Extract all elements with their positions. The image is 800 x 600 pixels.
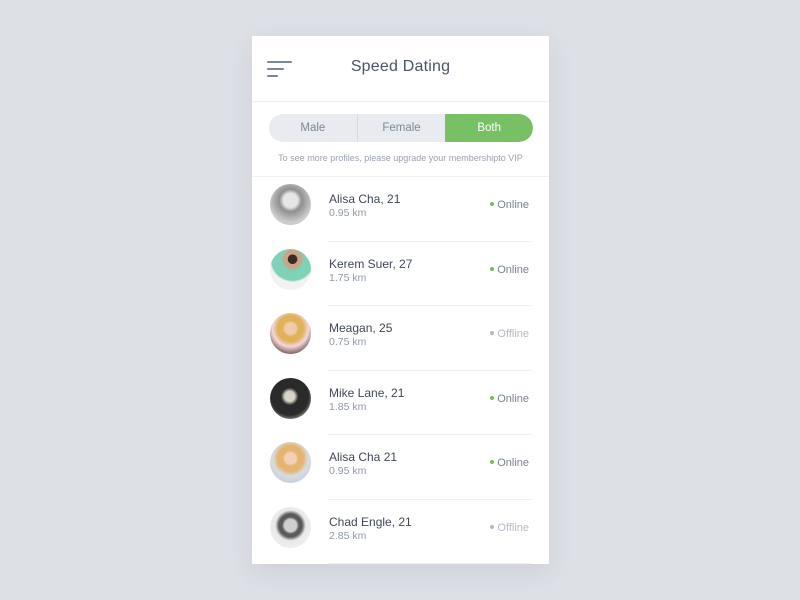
profile-distance: 2.85 km xyxy=(329,529,367,542)
profile-name: Mike Lane, 21 xyxy=(329,385,405,400)
profile-item[interactable]: Meagan, 25 0.75 km Offline xyxy=(252,306,549,371)
profile-name: Chad Engle, 21 xyxy=(329,514,412,529)
profile-name: Kerem Suer, 27 xyxy=(329,256,413,271)
profile-distance: 0.95 km xyxy=(329,465,367,477)
status-dot-icon xyxy=(490,460,495,465)
divider xyxy=(328,563,532,564)
avatar xyxy=(270,248,311,290)
status-badge: Online xyxy=(490,264,529,276)
page-title: Speed Dating xyxy=(350,58,451,75)
filter-male-button[interactable]: Male xyxy=(269,114,357,142)
profile-item[interactable]: Alisa Cha 21 0.95 km Online xyxy=(252,435,549,500)
status-badge: Online xyxy=(490,199,529,211)
profile-item[interactable]: Mike Lane, 21 1.85 km Online xyxy=(252,371,549,435)
status-dot-icon xyxy=(490,524,495,529)
profile-item[interactable]: Alisa Cha, 21 0.95 km Online xyxy=(252,177,549,242)
status-dot-icon xyxy=(490,202,495,207)
avatar xyxy=(270,377,311,419)
profile-name: Alisa Cha, 21 xyxy=(329,192,401,206)
header: Speed Dating xyxy=(252,36,549,102)
profile-item[interactable]: Kerem Suer, 27 1.75 km Online xyxy=(252,242,549,306)
profile-name: Alisa Cha 21 xyxy=(329,450,398,464)
avatar xyxy=(270,184,311,225)
avatar xyxy=(270,506,311,548)
status-badge: Offline xyxy=(490,328,529,340)
status-badge: Online xyxy=(490,457,529,469)
avatar xyxy=(270,442,311,483)
profile-item[interactable]: Chad Engle, 21 2.85 km Offline xyxy=(252,500,549,564)
profile-list: Alisa Cha, 21 0.95 km Online Kerem Suer,… xyxy=(252,177,549,564)
upgrade-notice: To see more profiles, please upgrade you… xyxy=(278,153,523,163)
profile-distance: 1.85 km xyxy=(329,400,367,413)
avatar xyxy=(270,313,311,354)
profile-distance: 0.95 km xyxy=(329,207,367,219)
profile-distance: 0.75 km xyxy=(329,336,367,348)
profile-distance: 1.75 km xyxy=(329,271,367,284)
status-badge: Offline xyxy=(490,522,529,534)
status-dot-icon xyxy=(490,395,495,400)
filter-female-button[interactable]: Female xyxy=(356,114,446,142)
status-badge: Online xyxy=(490,393,529,405)
filter-both-button[interactable]: Both xyxy=(445,114,533,142)
profile-name: Meagan, 25 xyxy=(329,321,393,335)
status-dot-icon xyxy=(490,331,495,336)
gender-filter: Male Female Both xyxy=(269,114,533,142)
app-card: Speed Dating Male Female Both To see mor… xyxy=(252,36,549,564)
status-dot-icon xyxy=(490,266,495,271)
